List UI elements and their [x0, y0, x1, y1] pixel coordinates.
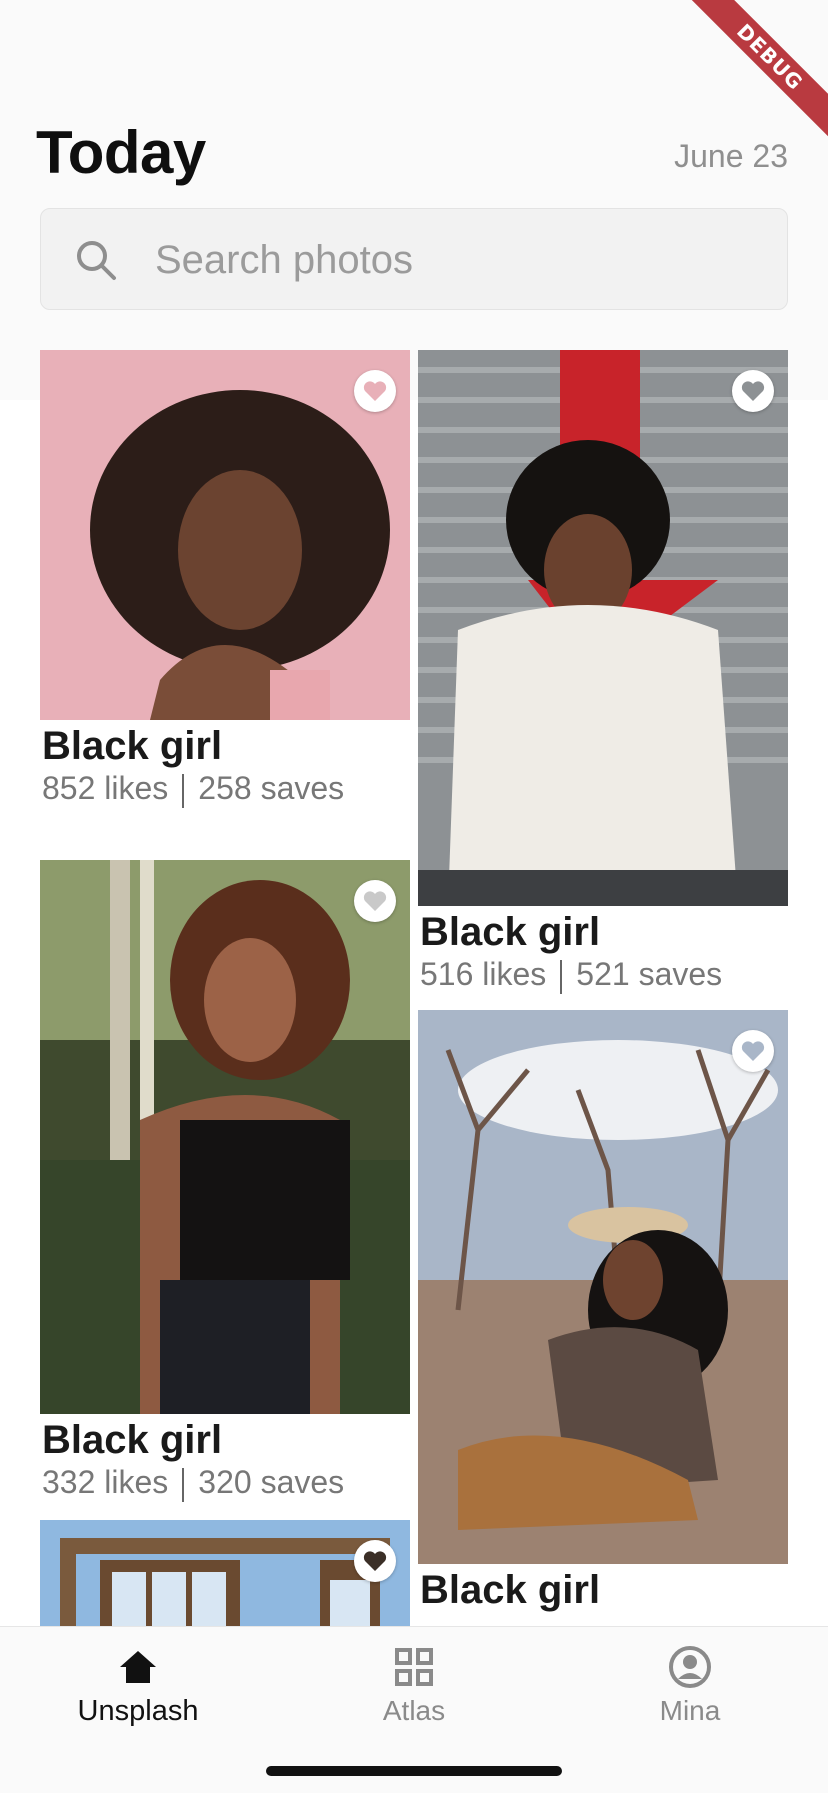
search-input[interactable]: [153, 209, 757, 311]
like-button[interactable]: [354, 370, 396, 412]
grid-icon: [395, 1648, 433, 1686]
card-stats: 332 likes 320 saves: [42, 1462, 410, 1502]
nav-item-atlas[interactable]: Atlas: [314, 1645, 514, 1727]
heart-icon: [363, 1551, 387, 1571]
search-bar[interactable]: [40, 208, 788, 311]
card-stats: 516 likes 521 saves: [420, 954, 788, 994]
photo-card[interactable]: Black girl 332 likes 320 saves: [40, 860, 410, 1502]
stats-divider: [182, 773, 185, 808]
card-title: Black girl: [42, 1418, 223, 1462]
nav-item-mina[interactable]: Mina: [590, 1645, 790, 1727]
photo-image[interactable]: [40, 860, 410, 1414]
photo-card[interactable]: Black girl 852 likes 258 saves: [40, 350, 410, 808]
search-icon: [77, 241, 116, 280]
photo-card[interactable]: Black girl 516 likes 521 saves: [418, 350, 788, 994]
photo-image[interactable]: [40, 350, 410, 720]
top-background: [0, 0, 828, 400]
nav-label-atlas: Atlas: [382, 1695, 446, 1726]
photo-image[interactable]: [418, 1010, 788, 1564]
likes-count: 332 likes: [42, 1464, 169, 1500]
saves-count: 521 saves: [576, 956, 723, 992]
card-title: Black girl: [42, 724, 223, 768]
account-icon: [669, 1646, 711, 1688]
heart-icon: [741, 381, 765, 401]
like-button[interactable]: [354, 880, 396, 922]
nav-label-mina: Mina: [659, 1695, 721, 1726]
like-button[interactable]: [732, 370, 774, 412]
date-label: June 23: [674, 138, 788, 174]
saves-count: 258 saves: [198, 770, 345, 806]
card-title: Black girl: [420, 1568, 601, 1612]
photo-card[interactable]: [40, 1520, 410, 1626]
heart-icon: [741, 1041, 765, 1061]
saves-count: 320 saves: [198, 1464, 345, 1500]
page-title: Today: [36, 119, 206, 186]
stats-divider: [182, 1467, 185, 1502]
like-button[interactable]: [354, 1540, 396, 1582]
home-indicator: [266, 1766, 562, 1776]
likes-count: 516 likes: [420, 956, 547, 992]
photo-image[interactable]: [418, 350, 788, 906]
card-title: Black girl: [420, 910, 601, 954]
photo-card[interactable]: Black girl: [418, 1010, 788, 1612]
photo-feed[interactable]: Black girl 852 likes 258 saves Black gir…: [0, 350, 828, 1626]
stats-divider: [560, 959, 563, 994]
likes-count: 852 likes: [42, 770, 169, 806]
nav-label-unsplash: Unsplash: [77, 1695, 199, 1727]
home-icon: [120, 1651, 156, 1683]
card-stats: 852 likes 258 saves: [42, 768, 410, 808]
heart-icon: [363, 381, 387, 401]
like-button[interactable]: [732, 1030, 774, 1072]
nav-item-unsplash[interactable]: Unsplash: [38, 1645, 238, 1728]
photo-image[interactable]: [40, 1520, 410, 1626]
heart-icon: [363, 891, 387, 911]
